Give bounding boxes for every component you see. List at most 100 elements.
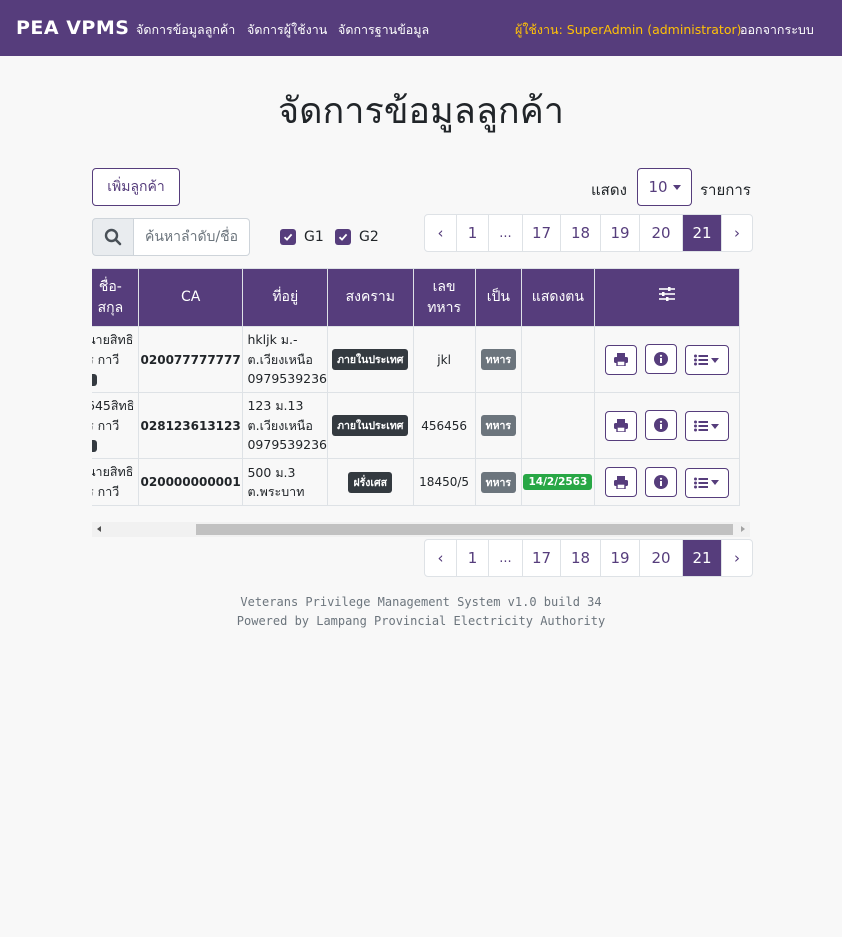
current-user: ผู้ใช้งาน: SuperAdmin (administrator) <box>515 22 742 37</box>
cell-war: ฝรั่งเศส <box>327 458 414 506</box>
print-icon <box>614 475 629 489</box>
page-button-active[interactable]: 21 <box>682 215 721 251</box>
cell-name: นายสิทธิร กาวี <box>92 458 139 506</box>
more-actions-dropdown[interactable] <box>684 345 729 375</box>
col-header-soldier-no[interactable]: เลข ทหาร <box>412 268 476 327</box>
more-actions-dropdown[interactable] <box>684 467 729 498</box>
checkbox-g2[interactable]: G2 <box>335 229 379 245</box>
caret-down-icon <box>711 423 720 429</box>
show-label: แสดง <box>591 181 627 199</box>
scroll-left-icon[interactable] <box>97 526 101 532</box>
page-size-value: 10 <box>648 178 668 196</box>
status-badge: ทหาร <box>480 415 517 436</box>
nav-link-customers[interactable]: จัดการข้อมูลลูกค้า <box>136 20 235 40</box>
checkbox-checked-icon[interactable] <box>335 229 351 245</box>
add-customer-button[interactable]: เพิ่มลูกค้า <box>92 168 180 206</box>
page-button-active[interactable]: 21 <box>682 540 721 576</box>
footer-powered-by: Powered by Lampang Provincial Electricit… <box>236 614 606 628</box>
list-menu-icon <box>694 354 709 366</box>
table-row: 645สิทธิร กาวี 028123613123 123 ม.13ต.เว… <box>92 392 741 459</box>
page-button[interactable]: 17 <box>522 540 560 576</box>
nav-link-users[interactable]: จัดการผู้ใช้งาน <box>247 20 327 40</box>
page-button[interactable]: 18 <box>560 540 600 576</box>
cell-war: ภายในประเทศ <box>327 392 414 459</box>
cell-status: ทหาร <box>474 326 523 393</box>
page-button[interactable]: 20 <box>639 215 682 251</box>
page-button[interactable]: 19 <box>600 540 639 576</box>
checkbox-g1[interactable]: G1 <box>280 229 324 245</box>
footer-version: Veterans Privilege Management System v1.… <box>240 595 602 609</box>
pagination-bottom: ‹ 1 ... 17 18 19 20 21 › <box>424 539 753 577</box>
nav-link-database[interactable]: จัดการฐานข้อมูล <box>338 20 429 40</box>
checkbox-checked-icon[interactable] <box>280 229 296 245</box>
cell-address: 123 ม.13 ต.เวียงเหนือ 0979539236 <box>242 392 329 459</box>
page-button[interactable]: 20 <box>639 540 682 576</box>
print-button[interactable] <box>605 344 638 375</box>
customer-table-container: ชื่อ- สกุล CA ที่อยู่ สงคราม เลข ทหาร เป็น… <box>92 268 750 506</box>
info-icon <box>653 474 668 489</box>
cell-ca: 028123613123 <box>137 392 244 459</box>
cell-soldier-no: 18450/5 <box>412 458 476 506</box>
cell-verify <box>521 392 595 459</box>
checkbox-label: G1 <box>304 229 324 245</box>
print-button[interactable] <box>605 410 638 441</box>
search-group <box>92 218 250 256</box>
cell-status: ทหาร <box>474 392 523 459</box>
table-row: นายสิทธิร กาวี 020000000001 500 ม.3ต.พระ… <box>92 458 741 506</box>
navbar: PEA VPMS จัดการข้อมูลลูกค้า จัดการผู้ใช้… <box>0 0 842 56</box>
info-button[interactable] <box>644 466 677 497</box>
page-next-button[interactable]: › <box>721 540 752 576</box>
more-actions-dropdown[interactable] <box>684 411 729 441</box>
col-header-name[interactable]: ชื่อ- สกุล <box>92 268 139 327</box>
logout-link[interactable]: ออกจากระบบ <box>740 20 814 40</box>
page-button[interactable]: 17 <box>522 215 560 251</box>
page-prev-button[interactable]: ‹ <box>425 215 456 251</box>
col-header-settings[interactable] <box>593 268 741 327</box>
cell-soldier-no: jkl <box>412 326 476 393</box>
cell-ca: 020000000001 <box>137 458 244 506</box>
table-horizontal-scrollbar[interactable] <box>92 522 750 537</box>
page-next-button[interactable]: › <box>721 215 752 251</box>
brand-logo[interactable]: PEA VPMS <box>16 17 129 39</box>
verify-date-badge: 14/2/2563 <box>523 474 593 490</box>
page-button[interactable]: 19 <box>600 215 639 251</box>
page-title: จัดการข้อมูลลูกค้า <box>278 91 564 132</box>
page-button[interactable]: 18 <box>560 215 600 251</box>
customer-table: ชื่อ- สกุล CA ที่อยู่ สงคราม เลข ทหาร เป็น… <box>92 268 741 506</box>
cell-soldier-no: 456456 <box>412 392 476 459</box>
page-ellipsis: ... <box>488 215 522 251</box>
page-prev-button[interactable]: ‹ <box>425 540 456 576</box>
print-button[interactable] <box>605 467 638 497</box>
info-icon <box>653 352 668 366</box>
cell-verify: 14/2/2563 <box>521 458 595 506</box>
page-button[interactable]: 1 <box>456 215 488 251</box>
col-header-war[interactable]: สงคราม <box>327 268 414 327</box>
cell-name: นายสิทธิร กาวี <box>92 326 139 393</box>
status-badge: ทหาร <box>480 349 517 370</box>
cell-status: ทหาร <box>474 458 523 506</box>
status-badge: ทหาร <box>480 471 517 493</box>
col-header-verify[interactable]: แสดงตน <box>521 268 595 327</box>
war-badge: ภายในประเทศ <box>332 415 409 436</box>
col-header-ca[interactable]: CA <box>137 268 244 327</box>
list-menu-icon <box>694 477 709 488</box>
sliders-icon <box>658 287 675 301</box>
page-button[interactable]: 1 <box>456 540 488 576</box>
info-button[interactable] <box>644 344 677 374</box>
cell-actions <box>593 326 741 393</box>
cell-verify <box>521 326 595 393</box>
page-ellipsis: ... <box>488 540 522 576</box>
cell-ca: 020077777777 <box>137 326 244 393</box>
caret-down-icon <box>672 184 681 190</box>
col-header-status[interactable]: เป็น <box>474 268 523 327</box>
scroll-right-icon[interactable] <box>741 526 745 532</box>
page-size-select[interactable]: 10 <box>637 168 692 206</box>
col-header-address[interactable]: ที่อยู่ <box>242 268 329 327</box>
caret-down-icon <box>711 480 720 485</box>
scrollbar-thumb[interactable] <box>196 524 733 535</box>
search-input[interactable] <box>134 218 250 256</box>
info-button[interactable] <box>644 410 677 440</box>
info-icon <box>653 418 668 432</box>
cell-actions <box>593 458 741 506</box>
print-icon <box>614 353 629 366</box>
